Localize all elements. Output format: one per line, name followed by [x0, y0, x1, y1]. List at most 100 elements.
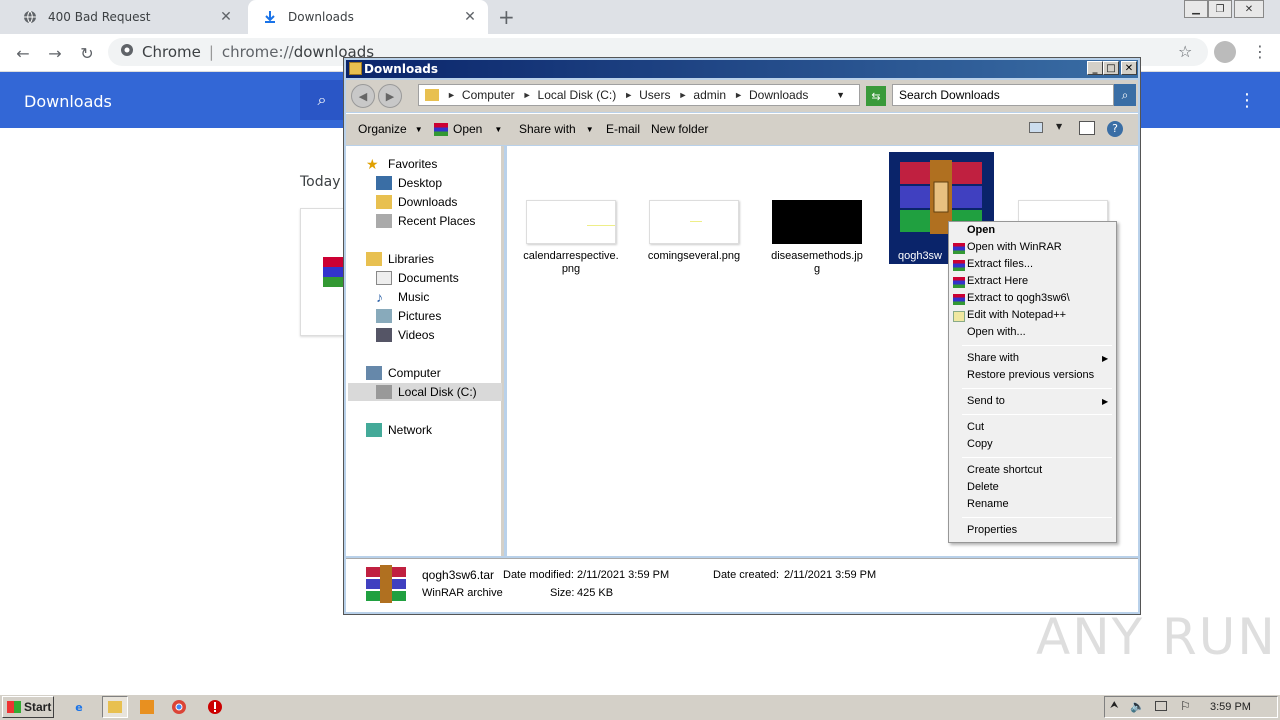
media-player-icon[interactable]	[138, 698, 156, 716]
menu-item-open[interactable]: Open	[967, 224, 995, 236]
nav-libraries[interactable]: Libraries	[366, 250, 434, 268]
view-icon[interactable]	[1029, 122, 1043, 133]
file-name[interactable]: comingseveral.png	[637, 250, 751, 263]
winrar-icon	[953, 277, 965, 288]
file-thumbnail[interactable]	[649, 200, 739, 244]
nav-pictures[interactable]: Pictures	[376, 307, 441, 325]
menu-item-send-to[interactable]: Send to	[967, 395, 1005, 407]
file-thumbnail[interactable]	[1018, 200, 1108, 222]
back-button[interactable]: ←	[12, 42, 34, 64]
nav-music[interactable]: ♪ Music	[376, 288, 429, 306]
file-thumbnail[interactable]	[526, 200, 616, 244]
chrome-menu-icon[interactable]: ⋮	[1252, 42, 1268, 61]
tab-downloads[interactable]: Downloads ✕	[248, 0, 488, 34]
refresh-icon[interactable]: ⇆	[866, 86, 886, 106]
minimize-button[interactable]: ▁	[1184, 0, 1208, 18]
back-button[interactable]: ◀	[351, 84, 375, 108]
stop-icon[interactable]	[206, 698, 224, 716]
new-folder-button[interactable]: New folder	[651, 122, 708, 136]
email-button[interactable]: E-mail	[606, 122, 640, 136]
menu-item-extract-here[interactable]: Extract Here	[967, 275, 1028, 287]
explorer-taskbar-icon[interactable]	[102, 696, 128, 718]
forward-button[interactable]: →	[44, 42, 66, 64]
new-tab-button[interactable]: +	[498, 5, 515, 29]
menu-item-share-with[interactable]: Share with	[967, 352, 1019, 364]
nav-videos[interactable]: Videos	[376, 326, 434, 344]
menu-item-open-with-winrar[interactable]: Open with WinRAR	[967, 241, 1062, 253]
file-name[interactable]: diseasemethods.jp g	[760, 250, 874, 276]
address-dropdown-icon[interactable]: ▼	[836, 90, 845, 100]
volume-icon[interactable]: 🔈	[1130, 699, 1145, 713]
menu-item-edit-notepad[interactable]: Edit with Notepad++	[967, 309, 1066, 321]
close-tab-icon[interactable]: ✕	[218, 9, 234, 25]
preview-pane-icon[interactable]	[1079, 121, 1095, 135]
internet-explorer-icon[interactable]: e	[70, 698, 88, 716]
help-icon[interactable]: ?	[1107, 121, 1123, 137]
minimize-button[interactable]: _	[1087, 61, 1103, 75]
search-icon[interactable]: ⌕	[300, 80, 344, 120]
menu-item-copy[interactable]: Copy	[967, 438, 993, 450]
file-name[interactable]: calendarrespective. png	[514, 250, 628, 276]
nav-local-disk[interactable]: Local Disk (C:)	[348, 383, 502, 401]
search-icon[interactable]: ⌕	[1114, 84, 1136, 106]
close-tab-icon[interactable]: ✕	[462, 9, 478, 25]
page-title: Downloads	[24, 92, 112, 111]
reload-button[interactable]: ↻	[76, 42, 98, 64]
menu-separator	[962, 517, 1112, 518]
menu-item-properties[interactable]: Properties	[967, 524, 1017, 536]
breadcrumb-computer[interactable]: Computer	[462, 88, 515, 102]
profile-avatar[interactable]	[1214, 41, 1236, 63]
chrome-taskbar-icon[interactable]	[170, 698, 188, 716]
search-input[interactable]: Search Downloads	[892, 84, 1114, 106]
menu-separator	[962, 345, 1112, 346]
date-modified-value: 2/11/2021 3:59 PM	[577, 569, 670, 581]
share-with-button[interactable]: Share with ▼	[519, 122, 594, 136]
file-thumbnail[interactable]	[772, 200, 862, 244]
menu-separator	[962, 414, 1112, 415]
menu-item-create-shortcut[interactable]: Create shortcut	[967, 464, 1042, 476]
recent-places-icon	[376, 214, 392, 228]
menu-item-extract-files[interactable]: Extract files...	[967, 258, 1033, 270]
explorer-title: Downloads	[364, 62, 439, 76]
tab-bad-request[interactable]: 400 Bad Request ✕	[8, 0, 244, 34]
network-tray-icon[interactable]	[1155, 701, 1167, 711]
nav-desktop[interactable]: Desktop	[376, 174, 442, 192]
breadcrumb-downloads[interactable]: Downloads	[749, 88, 808, 102]
organize-button[interactable]: Organize ▼	[358, 122, 423, 136]
restore-button[interactable]: ❐	[1208, 0, 1232, 18]
download-card[interactable]	[300, 208, 346, 336]
breadcrumb-local-disk[interactable]: Local Disk (C:)	[538, 88, 617, 102]
nav-recent-places[interactable]: Recent Places	[376, 212, 475, 230]
nav-documents[interactable]: Documents	[376, 269, 459, 287]
close-window-button[interactable]: ✕	[1234, 0, 1264, 18]
menu-item-restore-versions[interactable]: Restore previous versions	[967, 369, 1094, 381]
menu-separator	[962, 388, 1112, 389]
flag-icon[interactable]: ⚐	[1180, 699, 1191, 713]
menu-item-open-with[interactable]: Open with...	[967, 326, 1026, 338]
nav-downloads[interactable]: Downloads	[376, 193, 457, 211]
menu-item-extract-to[interactable]: Extract to qogh3sw6\	[967, 292, 1070, 304]
view-dropdown-icon[interactable]: ▼	[1056, 122, 1062, 131]
breadcrumb-admin[interactable]: admin	[693, 88, 726, 102]
open-button[interactable]: Open ▼	[434, 122, 502, 136]
maximize-button[interactable]: □	[1103, 61, 1119, 75]
clock[interactable]: 3:59 PM	[1210, 701, 1251, 713]
forward-button[interactable]: ▶	[378, 84, 402, 108]
file-name[interactable]: qogh3sw	[890, 250, 950, 263]
nav-favorites[interactable]: ★ Favorites	[366, 155, 437, 173]
menu-item-cut[interactable]: Cut	[967, 421, 984, 433]
more-options-icon[interactable]: ⋮	[1238, 90, 1256, 111]
start-button[interactable]: Start	[2, 696, 54, 718]
menu-item-delete[interactable]: Delete	[967, 481, 999, 493]
libraries-icon	[366, 252, 382, 266]
star-icon[interactable]: ☆	[1178, 42, 1192, 61]
nav-computer[interactable]: Computer	[366, 364, 441, 382]
menu-item-rename[interactable]: Rename	[967, 498, 1009, 510]
download-icon	[262, 9, 278, 25]
nav-network[interactable]: Network	[366, 421, 432, 439]
close-window-button[interactable]: ✕	[1121, 61, 1137, 75]
breadcrumb-users[interactable]: Users	[639, 88, 670, 102]
address-bar[interactable]: ► Computer ► Local Disk (C:) ► Users ► admi…	[418, 84, 860, 106]
tray-expand-icon[interactable]: ⮝	[1110, 700, 1119, 711]
star-icon: ★	[366, 156, 379, 172]
